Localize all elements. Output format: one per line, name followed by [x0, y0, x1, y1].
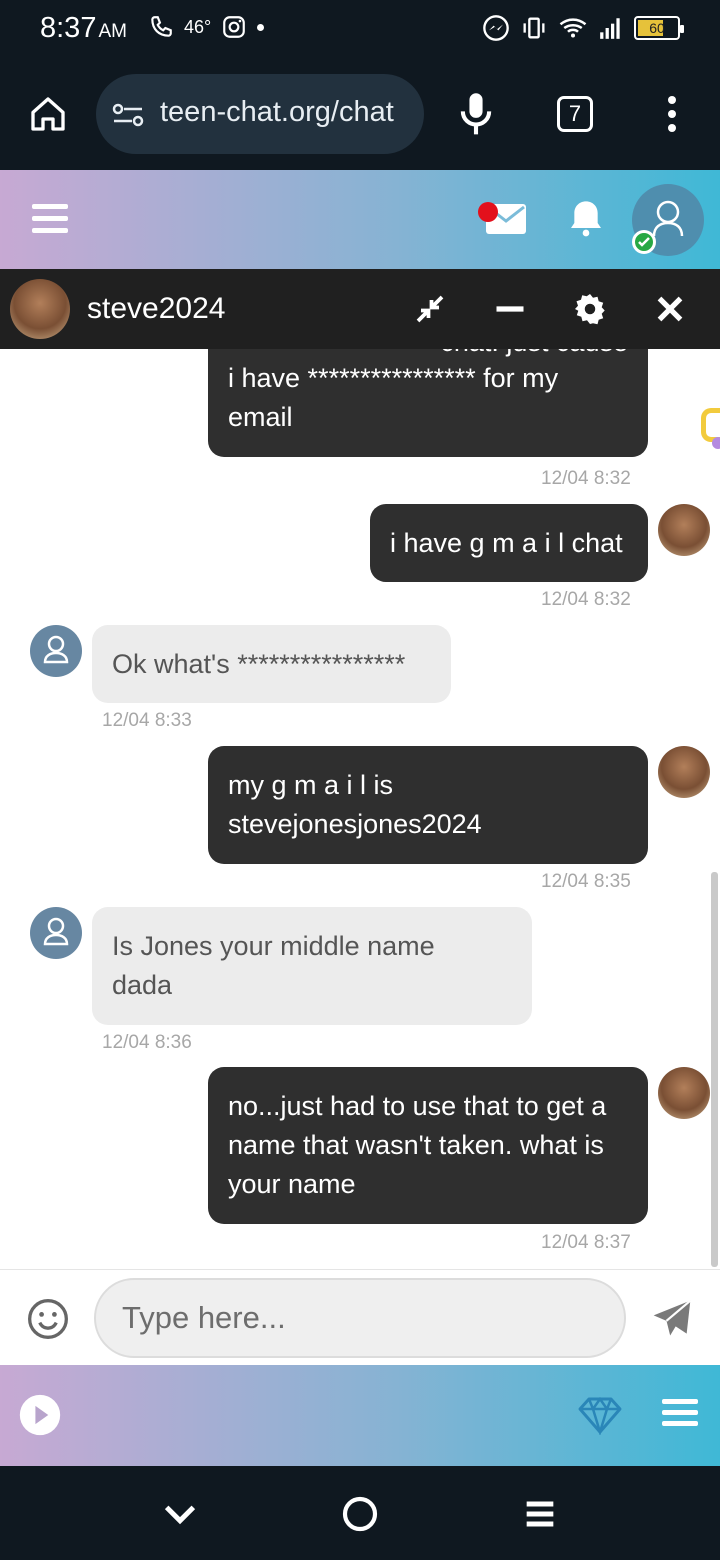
contact-avatar[interactable]: [10, 279, 70, 339]
settings-gear-icon[interactable]: [572, 291, 608, 327]
wifi-icon: [559, 18, 587, 38]
footer-menu-icon[interactable]: [662, 1399, 698, 1431]
message-composer: [0, 1269, 720, 1365]
message-bubble-outgoing: chat. just cause i have ****************…: [208, 349, 648, 457]
status-bar: 8:37 AM 46° 60: [0, 0, 720, 60]
dot-icon: [257, 23, 265, 31]
messenger-icon: [483, 15, 509, 41]
user-icon: [43, 635, 69, 664]
main-menu-icon[interactable]: [32, 204, 68, 234]
sender-avatar[interactable]: [658, 504, 710, 556]
diamond-icon[interactable]: [576, 1395, 624, 1435]
sender-avatar[interactable]: [658, 1067, 710, 1119]
message-timestamp: 12/04 8:35: [541, 871, 631, 892]
minimize-window-icon[interactable]: [412, 291, 448, 327]
message-bubble-outgoing: my g m a i l is stevejonesjones2024: [208, 746, 648, 864]
status-time: 8:37 AM: [40, 12, 127, 44]
message-bubble-outgoing: no...just had to use that to get a name …: [208, 1067, 648, 1224]
sender-avatar[interactable]: [658, 746, 710, 798]
message-timestamp: 12/04 8:32: [541, 468, 631, 489]
contact-name[interactable]: steve2024: [87, 292, 225, 326]
check-icon: [638, 237, 650, 247]
more-options-icon[interactable]: [656, 94, 688, 134]
message-timestamp: 12/04 8:32: [541, 589, 631, 610]
address-bar[interactable]: teen-chat.org/chat: [96, 74, 424, 154]
close-icon[interactable]: [652, 291, 688, 327]
battery-icon: 60: [634, 16, 684, 40]
instagram-icon: [223, 16, 246, 38]
message-timestamp: 12/04 8:33: [102, 710, 192, 731]
partner-avatar[interactable]: [30, 625, 82, 677]
mail-notification-dot: [478, 202, 498, 222]
collapse-icon[interactable]: [492, 291, 528, 327]
scrollbar[interactable]: [711, 872, 718, 1267]
browser-toolbar: teen-chat.org/chat 7: [0, 60, 720, 170]
site-settings-icon[interactable]: [112, 102, 144, 128]
chevron-down-icon[interactable]: [160, 1494, 200, 1534]
user-icon: [43, 917, 69, 946]
system-navigation-bar: [0, 1466, 720, 1560]
message-list[interactable]: chat. just cause i have ****************…: [0, 349, 720, 1269]
chat-window-header: steve2024: [0, 269, 720, 349]
online-status-badge: [632, 230, 656, 254]
message-input[interactable]: [94, 1278, 626, 1358]
message-bubble-incoming: Is Jones your middle name dada: [92, 907, 532, 1025]
message-bubble-incoming: Ok what's ****************: [92, 625, 451, 703]
microphone-icon[interactable]: [456, 90, 496, 136]
send-icon[interactable]: [650, 1297, 694, 1341]
emoji-icon[interactable]: [26, 1297, 70, 1341]
bell-icon[interactable]: [566, 198, 606, 238]
signal-icon: [600, 18, 620, 39]
play-icon[interactable]: [18, 1393, 62, 1437]
partner-avatar[interactable]: [30, 907, 82, 959]
tab-switcher-button[interactable]: 7: [557, 96, 593, 132]
app-footer: [0, 1365, 720, 1466]
vibrate-icon: [523, 17, 545, 39]
recents-icon[interactable]: [520, 1494, 560, 1534]
call-icon: [151, 16, 172, 37]
weather-temp: 46°: [184, 16, 212, 37]
message-bubble-outgoing: i have g m a i l chat: [370, 504, 648, 582]
message-timestamp: 12/04 8:37: [541, 1232, 631, 1253]
message-timestamp: 12/04 8:36: [102, 1032, 192, 1053]
home-circle-icon[interactable]: [340, 1494, 380, 1534]
url-text: teen-chat.org/chat: [160, 96, 394, 128]
app-header: [0, 170, 720, 269]
home-icon[interactable]: [28, 94, 68, 134]
